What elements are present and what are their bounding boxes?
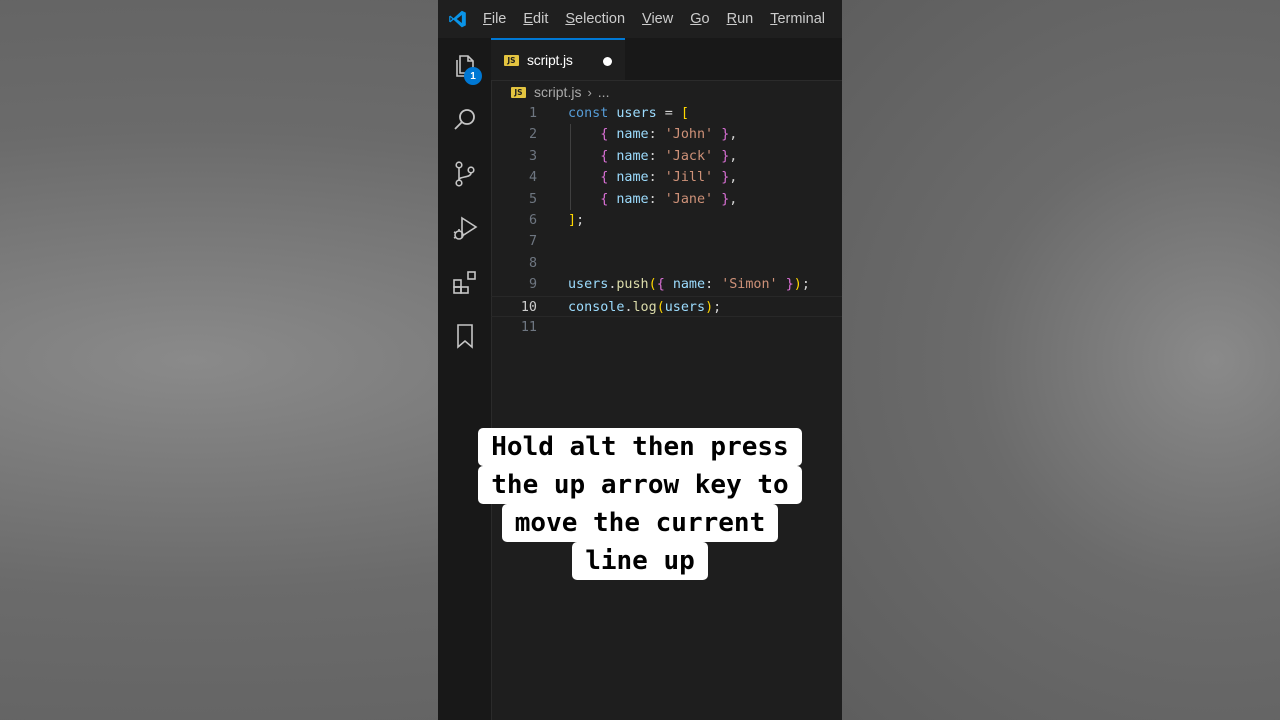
- menu-selection-label: election: [575, 11, 626, 27]
- code-text: { name: 'Jack' },: [600, 148, 738, 164]
- code-editor[interactable]: 1 const users = [2 { name: 'John' }, 3 { n…: [491, 103, 842, 720]
- caption-overlay: Hold alt then press the up arrow key to mo…: [461, 428, 819, 580]
- caption-line: Hold alt then press: [478, 428, 802, 466]
- code-line[interactable]: 9 users.push({ name: 'Simon' });: [491, 274, 842, 295]
- chevron-right-icon: ›: [587, 84, 592, 100]
- menu-view-label: iew: [651, 11, 674, 27]
- code-text: const users = [: [568, 106, 689, 121]
- menu-edit-label: dit: [533, 11, 549, 27]
- line-number: 6: [528, 213, 537, 228]
- code-line[interactable]: 5 { name: 'Jane' },: [491, 189, 842, 210]
- code-text: { name: 'Jill' },: [600, 170, 738, 186]
- line-number: 2: [528, 127, 537, 143]
- code-line[interactable]: 4 { name: 'Jill' },: [491, 167, 842, 188]
- line-number: 10: [520, 299, 537, 315]
- code-text: console.log(users);: [568, 299, 722, 315]
- caption-line: line up: [572, 542, 708, 580]
- background-right: [842, 0, 1280, 720]
- code-text: ];: [568, 213, 585, 228]
- tab-script-js[interactable]: JS script.js: [491, 38, 625, 80]
- tab-bar: JS script.js: [491, 38, 842, 81]
- menu-go[interactable]: Go: [690, 11, 709, 27]
- line-number: 8: [528, 255, 537, 271]
- extensions-icon[interactable]: [451, 268, 479, 296]
- menu-terminal-label: erminal: [777, 11, 825, 27]
- menu-edit[interactable]: Edit: [523, 11, 548, 27]
- code-text: { name: 'John' },: [600, 127, 738, 143]
- line-number: 7: [528, 234, 537, 250]
- caption-line: move the current: [501, 504, 779, 542]
- vscode-logo-icon: [449, 10, 466, 28]
- menu-file[interactable]: File: [483, 11, 506, 27]
- unsaved-dot-icon[interactable]: [603, 57, 612, 66]
- bookmark-icon[interactable]: [451, 322, 479, 350]
- breadcrumb-file[interactable]: script.js: [534, 84, 581, 100]
- menu-run[interactable]: Run: [727, 11, 754, 27]
- code-line[interactable]: 8: [491, 253, 842, 274]
- code-line[interactable]: 7: [491, 231, 842, 252]
- line-number: 3: [528, 148, 537, 164]
- breadcrumb: JS script.js › ...: [511, 82, 609, 102]
- menu-run-label: un: [737, 11, 754, 27]
- explorer-badge: 1: [464, 67, 482, 85]
- line-number: 11: [520, 320, 537, 335]
- menu-go-label: o: [701, 11, 710, 27]
- code-text: users.push({ name: 'Simon' });: [568, 277, 810, 293]
- line-number: 9: [528, 277, 537, 293]
- code-line[interactable]: 6];: [491, 210, 842, 231]
- caption-line: the up arrow key to: [478, 466, 802, 504]
- code-line[interactable]: 2 { name: 'John' },: [491, 124, 842, 145]
- line-number: 1: [528, 106, 537, 121]
- menu-file-label: ile: [491, 11, 507, 27]
- menu-terminal[interactable]: Terminal: [770, 11, 825, 27]
- menu-selection[interactable]: Selection: [565, 11, 625, 27]
- title-bar: File Edit Selection View Go Run Terminal: [438, 0, 842, 38]
- code-line[interactable]: 10 console.log(users);: [491, 295, 842, 317]
- source-control-icon[interactable]: [451, 160, 479, 188]
- breadcrumb-symbols[interactable]: ...: [598, 84, 610, 100]
- activity-bar: 1: [438, 38, 492, 720]
- code-line[interactable]: 11: [491, 317, 842, 338]
- tab-label: script.js: [527, 52, 573, 68]
- vscode-window: File Edit Selection View Go Run Terminal…: [438, 0, 842, 720]
- code-line[interactable]: 3 { name: 'Jack' },: [491, 146, 842, 167]
- code-line[interactable]: 1 const users = [: [491, 103, 842, 124]
- javascript-file-icon: JS: [504, 54, 519, 66]
- run-debug-icon[interactable]: [451, 214, 479, 242]
- javascript-file-icon: JS: [511, 86, 526, 98]
- menu-view[interactable]: View: [642, 11, 673, 27]
- line-number: 4: [528, 170, 537, 186]
- search-icon[interactable]: [451, 106, 479, 134]
- code-text: { name: 'Jane' },: [600, 191, 738, 207]
- line-number: 5: [528, 191, 537, 207]
